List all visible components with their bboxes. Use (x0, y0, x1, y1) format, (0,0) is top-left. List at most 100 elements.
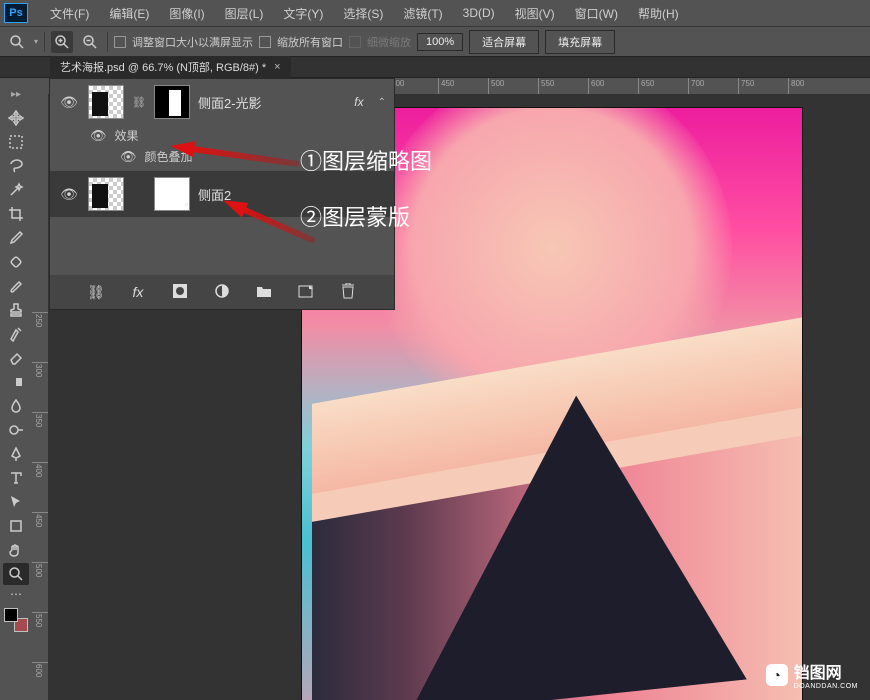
menu-layer[interactable]: 图层(L) (215, 1, 274, 26)
zoom-tool[interactable] (3, 563, 29, 585)
annotation-thumbnail: ①图层缩略图 (300, 144, 432, 176)
visibility-toggle-icon[interactable]: 👁 (90, 128, 107, 144)
tab-document[interactable]: 艺术海报.psd @ 66.7% (N顶部, RGB/8#) * × (50, 56, 291, 78)
watermark-icon: ◔ (766, 664, 788, 686)
menu-help[interactable]: 帮助(H) (628, 1, 689, 26)
menu-select[interactable]: 选择(S) (333, 1, 393, 26)
app-logo: Ps (4, 3, 28, 23)
collapse-icon[interactable]: ⌃ (378, 97, 386, 108)
marquee-tool[interactable] (3, 131, 29, 153)
layer-thumbnail[interactable] (88, 177, 124, 211)
ruler-tick: 700 (691, 79, 704, 88)
menu-edit[interactable]: 编辑(E) (99, 1, 159, 26)
ruler-tick: 450 (34, 514, 43, 527)
expand-toolbar-icon[interactable]: ▸▸ (3, 83, 29, 105)
tool-separator: ⋯ (3, 587, 29, 601)
layer-mask-thumbnail[interactable] (154, 85, 190, 119)
ruler-tick: 550 (34, 614, 43, 627)
ruler-tick: 400 (34, 464, 43, 477)
ruler-tick: 600 (591, 79, 604, 88)
separator (107, 32, 108, 52)
menu-view[interactable]: 视图(V) (505, 1, 565, 26)
smart-object-thumbnail[interactable]: ▫ (154, 177, 190, 211)
menu-filter[interactable]: 滤镜(T) (393, 1, 452, 26)
hand-tool[interactable] (3, 539, 29, 561)
fit-window-label: 调整窗口大小以满屏显示 (132, 34, 253, 50)
menu-3d[interactable]: 3D(D) (453, 2, 505, 24)
link-layers-icon[interactable]: ⛓ (86, 284, 106, 301)
visibility-toggle-icon[interactable]: 👁 (60, 186, 78, 203)
ruler-tick: 750 (741, 79, 754, 88)
fit-screen-button[interactable]: 适合屏幕 (469, 30, 539, 54)
visibility-toggle-icon[interactable]: 👁 (60, 94, 78, 111)
color-swatches[interactable] (4, 608, 28, 632)
stamp-tool[interactable] (3, 299, 29, 321)
visibility-toggle-icon[interactable]: 👁 (120, 149, 137, 165)
menu-file[interactable]: 文件(F) (40, 1, 99, 26)
zoom-out-icon[interactable] (79, 31, 101, 53)
layers-panel[interactable]: 👁 ⛓ 侧面2-光影 fx ⌃ 👁 效果 👁 颜色叠加 👁 ⛓ ▫ 侧面2 ⛓ … (49, 78, 395, 310)
shape-tool[interactable] (3, 515, 29, 537)
healing-tool[interactable] (3, 251, 29, 273)
options-bar: ▾ 调整窗口大小以满屏显示 缩放所有窗口 细微缩放 100% 适合屏幕 填充屏幕 (0, 26, 870, 56)
menu-bar: Ps 文件(F) 编辑(E) 图像(I) 图层(L) 文字(Y) 选择(S) 滤… (0, 0, 870, 26)
add-mask-icon[interactable] (170, 283, 190, 302)
document-tabs: 艺术海报.psd @ 66.7% (N顶部, RGB/8#) * × (0, 56, 870, 78)
scrubby-zoom-checkbox: 细微缩放 (349, 34, 411, 50)
tool-palette: ▸▸ ⋯ (0, 78, 32, 700)
pen-tool[interactable] (3, 443, 29, 465)
eraser-tool[interactable] (3, 347, 29, 369)
move-tool[interactable] (3, 107, 29, 129)
menu-type[interactable]: 文字(Y) (273, 1, 333, 26)
annotation-mask: ②图层蒙版 (300, 200, 410, 232)
ruler-tick: 800 (791, 79, 804, 88)
new-group-icon[interactable] (254, 284, 274, 301)
ruler-origin[interactable] (32, 78, 48, 94)
fx-badge[interactable]: fx (354, 95, 363, 109)
zoom-in-icon[interactable] (51, 31, 73, 53)
layer-name[interactable]: 侧面2-光影 (198, 93, 346, 112)
type-tool[interactable] (3, 467, 29, 489)
link-icon[interactable]: ⛓ (132, 96, 146, 109)
crop-tool[interactable] (3, 203, 29, 225)
zoom-tool-icon[interactable] (6, 31, 28, 53)
fx-button[interactable]: fx (128, 284, 148, 300)
ruler-tick: 500 (491, 79, 504, 88)
tab-close-icon[interactable]: × (274, 61, 280, 73)
watermark-text: 铛图网 (794, 659, 858, 683)
ruler-vertical[interactable]: 250 300 350 400 450 500 550 600 (32, 94, 48, 700)
scale-all-label: 缩放所有窗口 (277, 34, 343, 50)
dodge-tool[interactable] (3, 419, 29, 441)
magic-wand-tool[interactable] (3, 179, 29, 201)
foreground-color-swatch[interactable] (4, 608, 18, 622)
path-select-tool[interactable] (3, 491, 29, 513)
history-brush-tool[interactable] (3, 323, 29, 345)
layer-thumbnail[interactable] (88, 85, 124, 119)
fit-window-checkbox[interactable]: 调整窗口大小以满屏显示 (114, 34, 253, 50)
fill-screen-button[interactable]: 填充屏幕 (545, 30, 615, 54)
menu-window[interactable]: 窗口(W) (565, 1, 628, 26)
tab-title: 艺术海报.psd @ 66.7% (N顶部, RGB/8#) * (60, 59, 266, 75)
lasso-tool[interactable] (3, 155, 29, 177)
3d-letter-shape (312, 358, 802, 700)
blur-tool[interactable] (3, 395, 29, 417)
delete-layer-icon[interactable] (338, 283, 358, 302)
layer-row[interactable]: 👁 ⛓ 侧面2-光影 fx ⌃ (50, 79, 394, 125)
gradient-tool[interactable] (3, 371, 29, 393)
watermark: ◔ 铛图网 DOANDDAN.COM (766, 659, 858, 690)
menu-image[interactable]: 图像(I) (159, 1, 214, 26)
ruler-tick: 250 (34, 314, 43, 327)
effects-label: 效果 (115, 127, 139, 144)
zoom-100-button[interactable]: 100% (417, 33, 463, 51)
ruler-tick: 500 (34, 564, 43, 577)
new-layer-icon[interactable] (296, 284, 316, 301)
adjustment-layer-icon[interactable] (212, 283, 232, 302)
separator (44, 32, 45, 52)
watermark-url: DOANDDAN.COM (794, 683, 858, 690)
ruler-tick: 300 (34, 364, 43, 377)
effects-row[interactable]: 👁 效果 (50, 125, 394, 146)
dropdown-caret-icon[interactable]: ▾ (34, 37, 38, 46)
scale-all-checkbox[interactable]: 缩放所有窗口 (259, 34, 343, 50)
eyedropper-tool[interactable] (3, 227, 29, 249)
brush-tool[interactable] (3, 275, 29, 297)
